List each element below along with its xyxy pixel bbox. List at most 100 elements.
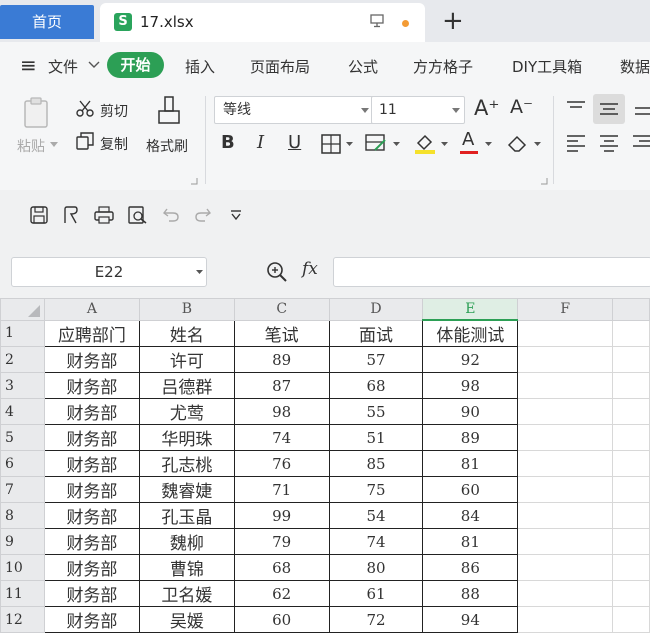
empty-cell[interactable] [517, 372, 614, 399]
table-cell[interactable]: 孔玉晶 [138, 502, 235, 529]
column-header-e[interactable]: E [422, 298, 519, 321]
empty-cell[interactable] [612, 528, 650, 555]
font-color-button[interactable]: A [462, 129, 474, 150]
paste-dropdown-icon[interactable] [50, 142, 58, 147]
table-cell[interactable]: 财务部 [43, 502, 140, 529]
zoom-search-icon[interactable] [266, 261, 288, 283]
cell-style-icon[interactable] [365, 134, 387, 154]
table-cell[interactable]: 笔试 [233, 319, 330, 347]
table-cell[interactable]: 孔志桃 [138, 450, 235, 477]
table-cell[interactable]: 财务部 [43, 606, 140, 633]
row-header[interactable]: 11 [0, 580, 45, 607]
menu-data[interactable]: 数据 [620, 56, 650, 77]
row-header[interactable]: 9 [0, 528, 45, 555]
table-cell[interactable]: 94 [422, 606, 519, 633]
table-cell[interactable]: 86 [422, 554, 519, 581]
chevron-down-icon[interactable] [485, 142, 492, 146]
table-cell[interactable]: 57 [328, 346, 424, 373]
table-cell[interactable]: 74 [328, 528, 424, 555]
empty-cell[interactable] [612, 476, 650, 503]
print-icon[interactable] [94, 206, 114, 224]
table-cell[interactable]: 卫名媛 [138, 580, 235, 607]
scissors-icon[interactable] [76, 100, 94, 118]
empty-cell[interactable] [612, 502, 650, 529]
align-middle-button[interactable] [593, 94, 625, 124]
monitor-icon[interactable] [370, 14, 384, 28]
table-cell[interactable]: 54 [328, 502, 424, 529]
chevron-down-icon[interactable] [441, 142, 448, 146]
table-cell[interactable]: 尤莺 [138, 398, 235, 425]
copy-button[interactable]: 复制 [100, 134, 128, 154]
menu-start[interactable]: 开始 [107, 52, 164, 78]
eraser-icon[interactable] [507, 133, 529, 153]
empty-cell[interactable] [612, 319, 650, 347]
table-cell[interactable]: 吴媛 [138, 606, 235, 633]
empty-cell[interactable] [517, 554, 614, 581]
empty-cell[interactable] [517, 398, 614, 425]
table-cell[interactable]: 68 [233, 554, 330, 581]
table-cell[interactable]: 85 [328, 450, 424, 477]
table-cell[interactable]: 89 [233, 346, 330, 373]
empty-cell[interactable] [517, 606, 614, 633]
table-cell[interactable]: 62 [233, 580, 330, 607]
table-cell[interactable]: 财务部 [43, 476, 140, 503]
insert-function-button[interactable]: fx [302, 259, 318, 279]
table-cell[interactable]: 81 [422, 450, 519, 477]
select-all-corner[interactable] [0, 298, 45, 321]
customize-toolbar-icon[interactable] [230, 210, 242, 220]
empty-cell[interactable] [517, 319, 614, 347]
table-cell[interactable]: 财务部 [43, 450, 140, 477]
row-header[interactable]: 10 [0, 554, 45, 581]
row-header[interactable]: 7 [0, 476, 45, 503]
table-cell[interactable]: 79 [233, 528, 330, 555]
table-cell[interactable]: 曹锦 [138, 554, 235, 581]
save-icon[interactable] [30, 206, 48, 224]
table-cell[interactable]: 财务部 [43, 398, 140, 425]
shrink-font-button[interactable]: A⁻ [510, 96, 533, 118]
sheet-table[interactable]: A B C D E F 1 应聘部门 姓名 笔试 面试 体能测试 2 财务部 许可 89 57 92 3… [0, 298, 650, 633]
table-cell[interactable]: 60 [233, 606, 330, 633]
table-cell[interactable]: 87 [233, 372, 330, 399]
table-cell[interactable]: 55 [328, 398, 424, 425]
redo-icon[interactable] [195, 208, 211, 222]
menu-diy-toolbox[interactable]: DIY工具箱 [512, 56, 582, 77]
column-header-d[interactable]: D [328, 298, 424, 321]
table-cell[interactable]: 92 [422, 346, 519, 373]
row-header[interactable]: 12 [0, 606, 45, 633]
table-cell[interactable]: 89 [422, 424, 519, 451]
empty-cell[interactable] [517, 424, 614, 451]
menu-fangfang[interactable]: 方方格子 [413, 56, 473, 77]
table-cell[interactable]: 98 [422, 372, 519, 399]
table-cell[interactable]: 61 [328, 580, 424, 607]
table-cell[interactable]: 体能测试 [422, 319, 519, 347]
cut-button[interactable]: 剪切 [100, 101, 128, 121]
paste-label[interactable]: 粘贴 [17, 136, 45, 156]
font-size-select[interactable]: 11 [371, 96, 465, 124]
empty-cell[interactable] [612, 398, 650, 425]
table-cell[interactable]: 应聘部门 [43, 319, 140, 347]
table-cell[interactable]: 姓名 [138, 319, 235, 347]
empty-cell[interactable] [517, 346, 614, 373]
format-painter-icon[interactable] [157, 96, 181, 128]
tab-home[interactable]: 首页 [0, 5, 94, 39]
column-header-c[interactable]: C [233, 298, 330, 321]
output-pdf-icon[interactable] [62, 206, 80, 224]
table-cell[interactable]: 财务部 [43, 528, 140, 555]
align-left-icon[interactable] [567, 134, 585, 152]
row-header[interactable]: 3 [0, 372, 45, 399]
formula-input[interactable] [333, 257, 650, 287]
format-painter-button[interactable]: 格式刷 [146, 136, 188, 156]
empty-cell[interactable] [612, 580, 650, 607]
table-cell[interactable]: 71 [233, 476, 330, 503]
chevron-down-icon[interactable] [534, 142, 541, 146]
table-cell[interactable]: 60 [422, 476, 519, 503]
table-cell[interactable]: 75 [328, 476, 424, 503]
table-cell[interactable]: 51 [328, 424, 424, 451]
empty-cell[interactable] [517, 476, 614, 503]
chevron-down-icon[interactable] [88, 61, 100, 69]
table-cell[interactable]: 88 [422, 580, 519, 607]
row-header[interactable]: 4 [0, 398, 45, 425]
row-header[interactable]: 2 [0, 346, 45, 373]
table-cell[interactable]: 华明珠 [138, 424, 235, 451]
table-cell[interactable]: 财务部 [43, 580, 140, 607]
